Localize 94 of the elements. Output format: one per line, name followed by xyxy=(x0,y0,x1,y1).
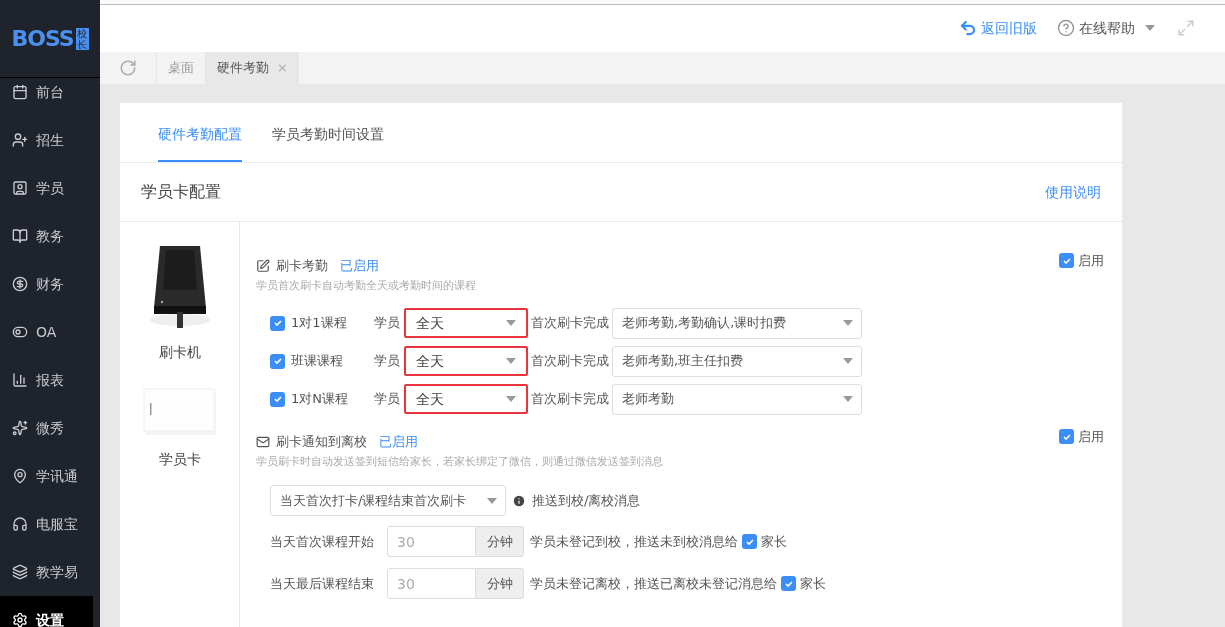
field-label: 首次刷卡完成 xyxy=(531,390,609,409)
help-icon xyxy=(1057,19,1075,37)
pin-icon xyxy=(12,468,28,484)
period-select[interactable]: 全天 xyxy=(404,346,528,376)
layers-icon xyxy=(12,564,28,580)
sidebar-item[interactable]: 微秀 xyxy=(0,404,93,452)
course-checkbox[interactable] xyxy=(270,353,285,369)
user-plus-icon xyxy=(12,132,28,148)
refresh-icon[interactable] xyxy=(119,59,137,77)
sidebar-item[interactable]: 教务 xyxy=(0,212,93,260)
trigger-note: 推送到校/离校消息 xyxy=(532,491,641,510)
sidebar-item[interactable]: 财务 xyxy=(0,260,93,308)
sidebar-item[interactable]: 学员 xyxy=(0,164,93,212)
status-label: 已启用 xyxy=(379,433,418,451)
feature-title: 刷卡通知到离校 xyxy=(276,433,367,451)
period-select[interactable]: 全天 xyxy=(404,384,528,414)
sidebar-item[interactable]: 招生 xyxy=(0,116,93,164)
status-label: 已启用 xyxy=(340,257,379,275)
bar-chart-icon xyxy=(12,372,28,388)
caret-icon xyxy=(843,358,853,364)
calendar-icon xyxy=(12,84,28,100)
check-icon xyxy=(1061,431,1072,442)
tab[interactable]: 学员考勤时间设置 xyxy=(272,124,384,162)
caret-icon xyxy=(506,396,516,402)
action-select[interactable]: 老师考勤,考勤确认,课时扣费 xyxy=(612,307,862,339)
device-label: 刷卡机 xyxy=(158,343,201,362)
parent-label: 家长 xyxy=(761,532,787,551)
sidebar-item[interactable]: 前台 xyxy=(0,78,93,116)
book-icon xyxy=(12,228,28,244)
enable-label: 启用 xyxy=(1078,253,1104,268)
unit-label: 分钟 xyxy=(476,568,524,599)
headset-icon xyxy=(12,516,28,532)
action-select[interactable]: 老师考勤 xyxy=(612,383,862,415)
sidebar-item[interactable]: 学讯通 xyxy=(0,452,93,500)
caret-icon xyxy=(843,396,853,402)
sidebar-item[interactable]: 电服宝 xyxy=(0,500,93,548)
logo: BOSS xyxy=(11,25,74,53)
enable-checkbox[interactable] xyxy=(1059,429,1074,444)
feature-description: 学员首次刷卡自动考勤全天或考勤时间的课程 xyxy=(256,277,476,294)
course-label: 班课课程 xyxy=(291,352,343,371)
check-icon xyxy=(744,536,755,547)
enable-label: 启用 xyxy=(1078,429,1104,444)
caret-icon xyxy=(487,497,497,504)
parent-label: 家长 xyxy=(800,574,826,593)
course-label: 1对N课程 xyxy=(291,390,348,409)
edit-icon xyxy=(256,258,270,273)
course-checkbox[interactable] xyxy=(270,315,285,331)
field-label: 学员 xyxy=(374,390,400,409)
caret-icon xyxy=(843,320,853,326)
settings-icon xyxy=(12,612,28,627)
page-tab[interactable]: 硬件考勤 × xyxy=(205,52,299,84)
check-icon xyxy=(272,356,283,366)
section-title: 学员卡配置 xyxy=(141,181,221,203)
coin-icon xyxy=(12,276,28,292)
user-card-icon xyxy=(12,180,28,196)
feature-description: 学员刷卡时自动发送签到短信给家长，若家长绑定了微信，则通过微信发送签到消息 xyxy=(256,453,663,470)
toggle-icon xyxy=(12,324,28,340)
check-icon xyxy=(272,394,283,404)
sidebar-item[interactable]: 教学易 xyxy=(0,548,93,596)
help-dropdown[interactable]: 在线帮助 xyxy=(1057,17,1155,39)
trigger-select[interactable]: 当天首次打卡/课程结束首次刷卡 xyxy=(270,485,506,516)
field-label: 学员 xyxy=(374,314,400,333)
period-select[interactable]: 全天 xyxy=(404,308,528,338)
course-checkbox[interactable] xyxy=(270,391,285,407)
field-label: 当天首次课程开始 xyxy=(270,532,375,551)
info-icon xyxy=(512,493,526,508)
field-label: 首次刷卡完成 xyxy=(531,314,609,333)
field-label: 当天最后课程结束 xyxy=(270,574,375,593)
parent-checkbox[interactable] xyxy=(781,576,796,591)
unit-label: 分钟 xyxy=(476,526,524,557)
undo-icon xyxy=(959,19,977,37)
action-select[interactable]: 老师考勤,班主任扣费 xyxy=(612,345,862,377)
field-label: 学员 xyxy=(374,352,400,371)
caret-icon xyxy=(506,358,516,364)
sparkle-icon xyxy=(12,420,28,436)
message-text: 学员未登记到校，推送未到校消息给 xyxy=(530,532,738,551)
message-text: 学员未登记离校，推送已离校未登记消息给 xyxy=(530,574,777,593)
enable-checkbox[interactable] xyxy=(1059,253,1074,268)
mail-icon xyxy=(256,434,270,449)
check-icon xyxy=(1061,255,1072,266)
caret-icon xyxy=(1145,25,1155,31)
check-icon xyxy=(272,318,283,328)
sidebar-item[interactable]: OA xyxy=(0,308,93,356)
feature-title: 刷卡考勤 xyxy=(276,257,328,275)
caret-icon xyxy=(506,320,516,326)
logo-badge: 校长 xyxy=(75,27,89,50)
back-link[interactable]: 返回旧版 xyxy=(959,17,1037,39)
sidebar-item[interactable]: 报表 xyxy=(0,356,93,404)
parent-checkbox[interactable] xyxy=(742,534,757,549)
field-label: 首次刷卡完成 xyxy=(531,352,609,371)
check-icon xyxy=(783,578,794,589)
sidebar-item[interactable]: 设置 xyxy=(0,596,93,627)
device-label: 学员卡 xyxy=(158,450,201,469)
course-label: 1对1课程 xyxy=(291,314,347,333)
